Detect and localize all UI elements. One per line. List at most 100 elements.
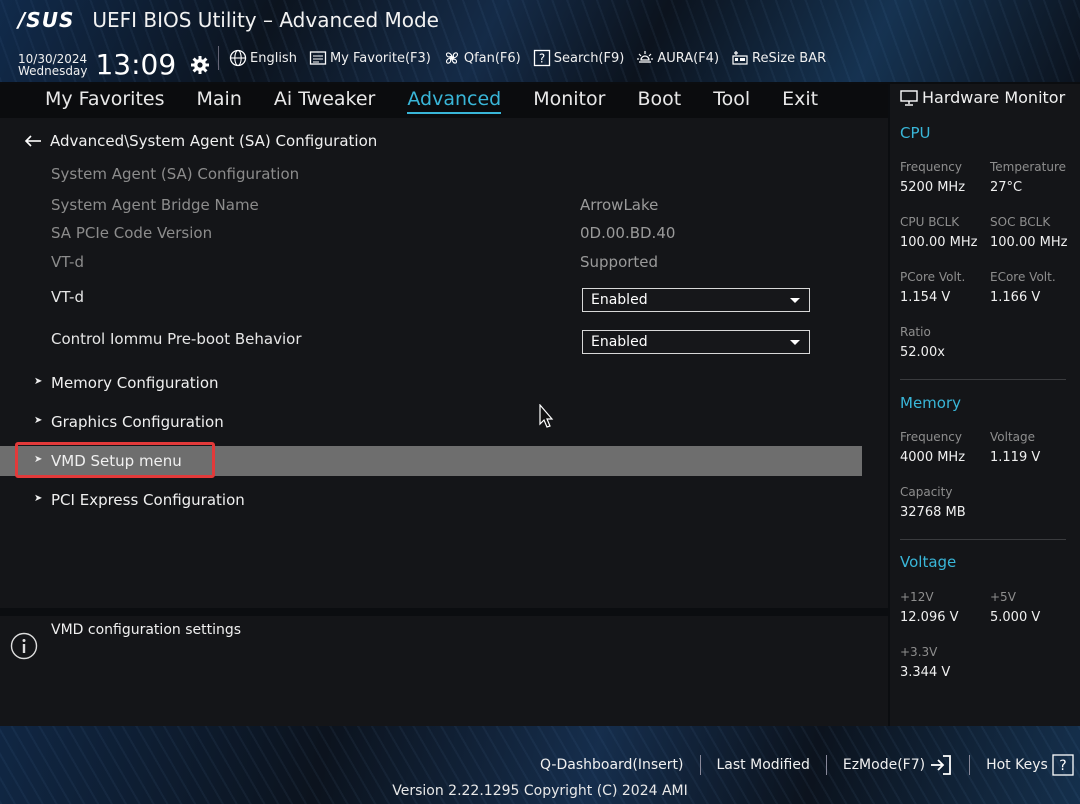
toolbar-divider	[218, 46, 219, 70]
bottom-keys: Q-Dashboard(Insert) Last Modified EzMode…	[540, 754, 1074, 776]
section-title-row: System Agent (SA) Configuration	[0, 159, 862, 189]
brand: /SUS UEFI BIOS Utility – Advanced Mode	[18, 8, 439, 32]
favorite-icon	[309, 51, 327, 65]
setting-row-vtd: VT-d Enabled	[0, 282, 862, 312]
setting-row-iommu: Control Iommu Pre-boot Behavior Enabled	[0, 324, 862, 354]
submenu-graphics[interactable]: ➤ Graphics Configuration	[0, 407, 862, 437]
q-dashboard-button[interactable]: Q-Dashboard(Insert)	[540, 757, 684, 773]
pcore-volt-value: 1.154 V	[900, 290, 951, 305]
clock-time: 13:09	[95, 48, 177, 81]
tab-tool[interactable]: Tool	[713, 88, 750, 114]
vtd-dropdown[interactable]: Enabled	[582, 288, 810, 312]
bottom-bar: Q-Dashboard(Insert) Last Modified EzMode…	[0, 726, 1080, 804]
breadcrumb-text: Advanced\System Agent (SA) Configuration	[50, 132, 378, 150]
app-title: UEFI BIOS Utility – Advanced Mode	[92, 8, 439, 32]
svg-text:?: ?	[539, 52, 545, 66]
monitor-divider	[900, 379, 1066, 380]
memory-frequency-value: 4000 MHz	[900, 450, 966, 465]
v12-value: 12.096 V	[900, 610, 959, 625]
dropdown-value: Enabled	[591, 292, 648, 308]
toolbar: English My Favorite(F3) Qfan(F6) ? Searc…	[208, 46, 838, 70]
ratio-label: Ratio	[900, 325, 931, 339]
top-banner: /SUS UEFI BIOS Utility – Advanced Mode 1…	[0, 0, 1080, 82]
submenu-label: Memory Configuration	[51, 374, 219, 392]
section-title: System Agent (SA) Configuration	[51, 165, 300, 183]
chevron-down-icon	[790, 340, 800, 345]
tab-advanced[interactable]: Advanced	[407, 88, 502, 114]
info-row: SA PCIe Code Version 0D.00.BD.40	[0, 218, 862, 248]
question-icon: ?	[1052, 754, 1074, 776]
tab-my-favorites[interactable]: My Favorites	[45, 88, 165, 114]
version-text: Version 2.22.1295 Copyright (C) 2024 AMI	[392, 783, 688, 799]
resize-bar-icon	[732, 51, 748, 65]
cpu-bclk-label: CPU BCLK	[900, 215, 960, 229]
submenu-arrow-icon: ➤	[34, 376, 43, 387]
chevron-down-icon	[790, 298, 800, 303]
last-modified-button[interactable]: Last Modified	[717, 757, 810, 773]
monitor-divider	[900, 539, 1066, 540]
submenu-label: PCI Express Configuration	[51, 491, 245, 509]
memory-voltage-label: Voltage	[990, 430, 1036, 444]
language-button[interactable]: English	[229, 49, 297, 67]
info-label: VT-d	[51, 253, 84, 271]
bottom-divider	[969, 755, 971, 775]
date-block: 10/30/2024 Wednesday	[18, 53, 87, 77]
fan-icon	[445, 52, 458, 64]
ratio-value: 52.00x	[900, 345, 945, 360]
datetime: 10/30/2024 Wednesday 13:09	[18, 48, 210, 81]
main-menu-bar: My Favorites Main Ai Tweaker Advanced Mo…	[0, 84, 888, 118]
hotkeys-label: Hot Keys	[986, 757, 1048, 773]
qfan-button[interactable]: Qfan(F6)	[443, 49, 521, 67]
memory-frequency-label: Frequency	[900, 430, 962, 444]
breadcrumb[interactable]: Advanced\System Agent (SA) Configuration	[24, 132, 377, 150]
hardware-monitor-title: Hardware Monitor	[900, 88, 1065, 107]
settings-panel: Advanced\System Agent (SA) Configuration…	[0, 118, 888, 608]
memory-voltage-value: 1.119 V	[990, 450, 1041, 465]
exit-arrow-icon	[931, 755, 951, 775]
hotkeys-button[interactable]: Hot Keys ?	[986, 754, 1074, 776]
q-dashboard-label: Q-Dashboard(Insert)	[540, 757, 684, 773]
resize-bar-button[interactable]: ReSize BAR	[731, 49, 826, 67]
my-favorite-label: My Favorite(F3)	[329, 50, 431, 66]
dropdown-value: Enabled	[591, 334, 648, 350]
tab-ai-tweaker[interactable]: Ai Tweaker	[274, 88, 375, 114]
info-label: SA PCIe Code Version	[51, 224, 213, 242]
my-favorite-button[interactable]: My Favorite(F3)	[309, 49, 431, 67]
ecore-volt-label: ECore Volt.	[990, 270, 1056, 284]
cpu-frequency-value: 5200 MHz	[900, 180, 966, 195]
cpu-temperature-label: Temperature	[990, 160, 1067, 174]
cpu-frequency-label: Frequency	[900, 160, 962, 174]
date: 10/30/2024	[18, 51, 88, 66]
svg-text:?: ?	[1059, 758, 1066, 774]
monitor-icon	[900, 89, 918, 106]
aura-icon	[637, 51, 654, 63]
info-value: ArrowLake	[580, 196, 659, 214]
tab-main[interactable]: Main	[197, 88, 242, 114]
soc-bclk-value: 100.00 MHz	[990, 235, 1068, 250]
highlight-box	[15, 442, 215, 478]
tab-exit[interactable]: Exit	[782, 88, 818, 114]
aura-button[interactable]: AURA(F4)	[636, 49, 719, 67]
ezmode-button[interactable]: EzMode(F7)	[843, 754, 953, 776]
voltage-heading: Voltage	[900, 553, 957, 571]
info-row: VT-d Supported	[0, 247, 862, 277]
memory-capacity-label: Capacity	[900, 485, 953, 499]
submenu-memory[interactable]: ➤ Memory Configuration	[0, 368, 862, 398]
v12-label: +12V	[900, 590, 934, 604]
cpu-heading: CPU	[900, 124, 931, 142]
aura-label: AURA(F4)	[657, 50, 720, 66]
ezmode-label: EzMode(F7)	[842, 757, 926, 773]
hardware-monitor-label: Hardware Monitor	[922, 88, 1066, 107]
iommu-dropdown[interactable]: Enabled	[582, 330, 810, 354]
v5-label: +5V	[990, 590, 1016, 604]
back-arrow-icon[interactable]	[24, 134, 42, 148]
mouse-cursor-icon	[539, 404, 554, 428]
language-label: English	[250, 50, 297, 66]
search-button[interactable]: ? Search(F9)	[533, 49, 624, 67]
tab-monitor[interactable]: Monitor	[533, 88, 605, 114]
pcore-volt-label: PCore Volt.	[900, 270, 966, 284]
memory-heading: Memory	[900, 394, 962, 412]
submenu-pci-express[interactable]: ➤ PCI Express Configuration	[0, 485, 862, 515]
help-panel: VMD configuration settings	[0, 616, 888, 726]
tab-boot[interactable]: Boot	[637, 88, 681, 114]
